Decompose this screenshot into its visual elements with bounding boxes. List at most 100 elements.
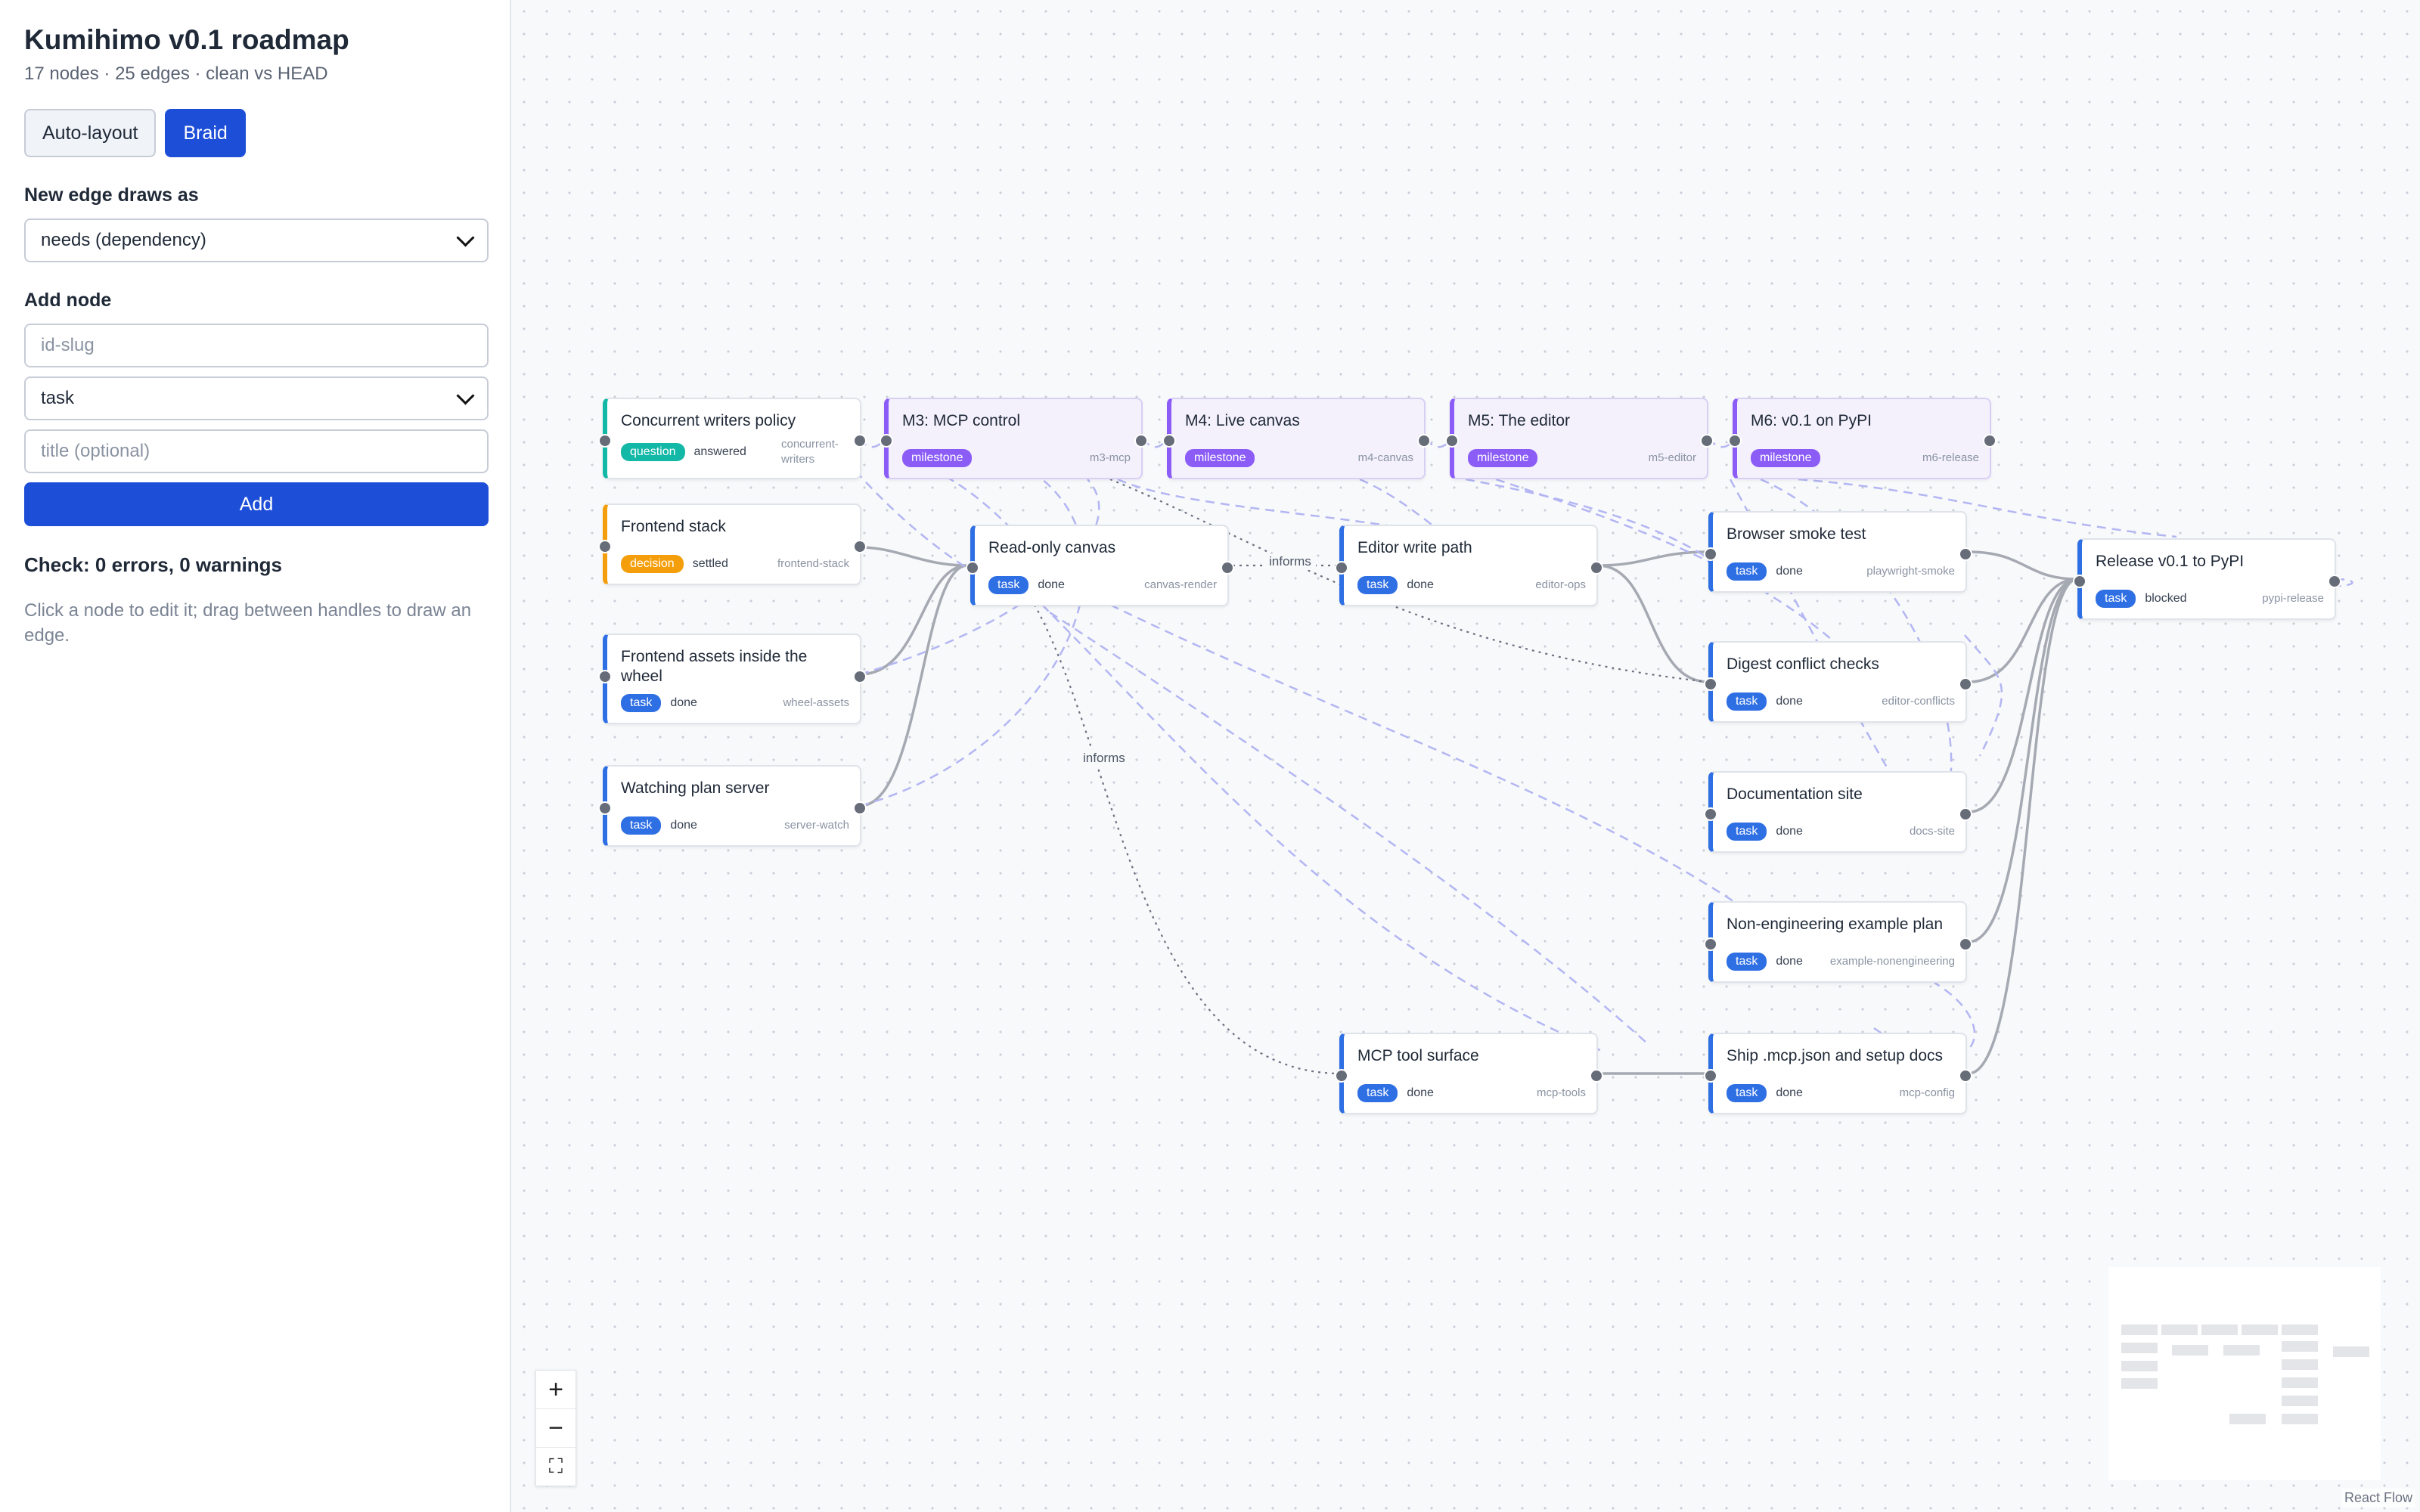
minimap-node [2172,1345,2208,1356]
source-handle[interactable] [1959,1069,1972,1083]
target-handle[interactable] [1704,937,1717,951]
edge-example-release[interactable] [1968,578,2078,943]
target-handle[interactable] [598,801,612,815]
node-watching-plan-server[interactable]: Watching plan server task done server-wa… [598,765,867,847]
node-mcp-tool-surface[interactable]: MCP tool surface task done mcp-tools [1335,1033,1603,1114]
node-digest-conflict-checks[interactable]: Digest conflict checks task done editor-… [1704,641,1972,723]
source-handle[interactable] [1590,561,1603,575]
node-meta: task done example-nonengineering [1727,953,1955,971]
target-handle[interactable] [1162,434,1176,448]
node-read-only-canvas[interactable]: Read-only canvas task done canvas-render [966,525,1234,606]
target-handle[interactable] [2073,575,2086,588]
target-handle[interactable] [1704,1069,1717,1083]
minimap-node [2121,1343,2158,1353]
minimap[interactable] [2108,1267,2381,1480]
node-slug: wheel-assets [783,696,849,709]
plus-icon: + [548,1374,563,1404]
target-handle[interactable] [966,561,979,575]
auto-layout-button[interactable]: Auto-layout [24,109,157,157]
edge-mcpcfg-release[interactable] [1968,578,2078,1075]
source-handle[interactable] [1134,434,1148,448]
node-frontend-stack[interactable]: Frontend stack decision settled frontend… [598,503,867,585]
fit-view-button[interactable]: ⛶ [536,1448,576,1486]
source-handle[interactable] [853,801,867,815]
kind-badge: milestone [1185,449,1255,467]
react-flow-attribution[interactable]: React Flow [2341,1489,2415,1507]
edge-canvas-example[interactable] [1109,603,1739,906]
node-title: Documentation site [1727,785,1863,803]
node-meta: task done editor-ops [1357,576,1586,594]
source-handle[interactable] [1700,434,1714,448]
target-handle[interactable] [1704,677,1717,691]
id-slug-input[interactable]: id-slug [24,324,489,367]
edge-assets-canvas[interactable] [859,564,968,676]
graph-canvas[interactable]: informs informs Concurrent writers polic… [513,0,2420,1512]
node-concurrent-writers[interactable]: Concurrent writers policy question answe… [598,398,867,479]
node-slug: mcp-tools [1536,1086,1586,1099]
edge-editor-smoke[interactable] [1597,550,1709,567]
source-handle[interactable] [1959,807,1972,821]
node-meta: task done mcp-config [1727,1084,1955,1102]
edge-smoke-release-b[interactable] [1964,634,2003,757]
target-handle[interactable] [1728,434,1742,448]
source-handle[interactable] [1959,937,1972,951]
node-kind-select[interactable]: task [24,376,489,420]
node-slug: pypi-release [2262,592,2324,605]
edge-editor-conflict[interactable] [1597,564,1709,683]
edge-canvas-tools-informs[interactable] [1034,604,1342,1075]
kind-badge: task [621,816,662,835]
target-handle[interactable] [1704,807,1717,821]
zoom-out-button[interactable]: − [536,1409,576,1448]
node-m6-release[interactable]: M6: v0.1 on PyPI milestone m6-release [1728,398,1996,479]
target-handle[interactable] [1335,561,1348,575]
status-text: done [1776,1086,1803,1099]
source-handle[interactable] [853,434,867,448]
node-mcp-config[interactable]: Ship .mcp.json and setup docs task done … [1704,1033,1972,1114]
edge-canvas-tools[interactable] [1041,604,1602,1052]
source-handle[interactable] [1983,434,1996,448]
node-example-plan[interactable]: Non-engineering example plan task done e… [1704,901,1972,983]
source-handle[interactable] [1417,434,1431,448]
status-text: done [1407,578,1434,591]
node-title: Non-engineering example plan [1727,916,1944,933]
source-handle[interactable] [1959,547,1972,561]
node-m5-editor[interactable]: M5: The editor milestone m5-editor [1445,398,1714,479]
node-m3-mcp[interactable]: M3: MCP control milestone m3-mcp [880,398,1148,479]
chevron-down-icon [456,228,475,247]
minimap-node [2161,1325,2198,1335]
node-wheel-assets[interactable]: Frontend assets inside the wheel task do… [598,634,867,724]
node-title: Browser smoke test [1727,525,1866,543]
edge-smoke-release[interactable] [1968,550,2078,581]
status-text: settled [692,557,728,570]
node-editor-write-path[interactable]: Editor write path task done editor-ops [1335,525,1603,606]
source-handle[interactable] [2328,575,2341,588]
zoom-in-button[interactable]: + [536,1371,576,1409]
target-handle[interactable] [1445,434,1459,448]
minimap-node [2229,1414,2266,1424]
node-meta: milestone m5-editor [1468,449,1696,467]
node-meta: task done playwright-smoke [1727,562,1955,581]
target-handle[interactable] [598,670,612,683]
edge-mode-select[interactable]: needs (dependency) [24,218,489,262]
add-node-button[interactable]: Add [24,482,489,526]
source-handle[interactable] [1959,677,1972,691]
target-handle[interactable] [1704,547,1717,561]
node-meta: task done mcp-tools [1357,1084,1586,1102]
source-handle[interactable] [1590,1069,1603,1083]
target-handle[interactable] [598,434,612,448]
target-handle[interactable] [880,434,893,448]
edge-canvas-mcpcfg[interactable] [1049,611,1648,1044]
title-input[interactable]: title (optional) [24,429,489,473]
source-handle[interactable] [1221,561,1234,575]
edge-docs-release[interactable] [1968,578,2078,813]
node-release-pypi[interactable]: Release v0.1 to PyPI task blocked pypi-r… [2073,538,2341,620]
edge-watch-canvas[interactable] [859,564,968,807]
braid-button[interactable]: Braid [165,109,246,157]
node-m4-canvas[interactable]: M4: Live canvas milestone m4-canvas [1162,398,1431,479]
target-handle[interactable] [598,540,612,553]
target-handle[interactable] [1335,1069,1348,1083]
source-handle[interactable] [853,540,867,553]
node-browser-smoke-test[interactable]: Browser smoke test task done playwright-… [1704,511,1972,593]
node-documentation-site[interactable]: Documentation site task done docs-site [1704,771,1972,853]
source-handle[interactable] [853,670,867,683]
